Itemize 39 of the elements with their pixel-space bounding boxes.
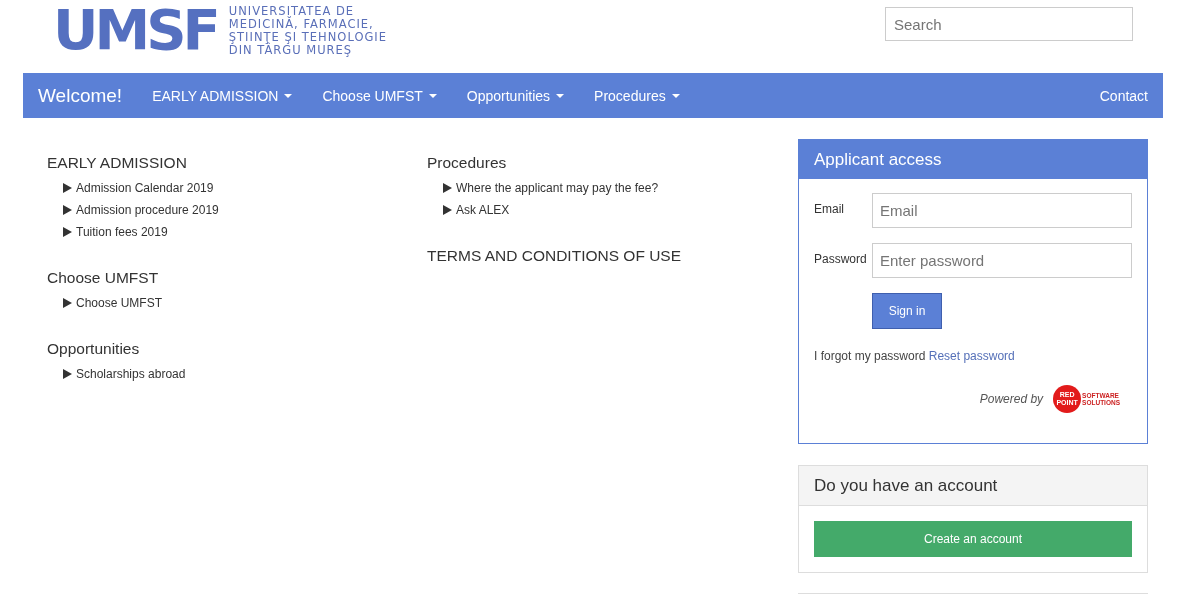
triangle-icon — [63, 205, 72, 215]
search-field[interactable]: Search — [885, 7, 1133, 41]
section-heading: Procedures — [427, 154, 508, 172]
forgot-text: I forgot my password — [814, 349, 926, 363]
sign-in-button[interactable]: Sign in — [872, 293, 942, 329]
section-heading: Opportunities — [47, 340, 141, 358]
triangle-icon — [443, 205, 452, 215]
input-field[interactable]: Enter password — [872, 243, 1132, 278]
field-label: Email — [814, 201, 845, 216]
nav-menu-item[interactable]: EARLY ADMISSION — [137, 87, 308, 104]
triangle-icon — [63, 227, 72, 237]
nav-menu-item[interactable]: Opportunities — [451, 87, 580, 104]
menu-link[interactable]: Scholarships abroad — [76, 367, 186, 381]
field-label: Password — [814, 251, 868, 266]
input-field[interactable]: Email — [872, 193, 1132, 228]
menu-link[interactable]: Where the applicant may pay the fee? — [456, 181, 659, 195]
create-account-button[interactable]: Create an account — [814, 521, 1132, 557]
brand-link[interactable]: Welcome! — [23, 84, 138, 107]
panel-title: Applicant access — [814, 149, 942, 170]
nav-menu-item[interactable]: Procedures — [579, 87, 695, 104]
panel-title: Do you have an account — [814, 475, 998, 496]
contact-link[interactable]: Contact — [1084, 87, 1163, 104]
menu-link[interactable]: Ask ALEX — [456, 203, 510, 217]
triangle-icon — [63, 298, 72, 308]
section-heading: TERMS AND CONDITIONS OF USE — [427, 247, 683, 265]
triangle-icon — [443, 183, 452, 193]
powered-by-text: Powered by — [979, 392, 1044, 406]
menu-link[interactable]: Tuition fees 2019 — [76, 225, 168, 239]
logo-mark: UMSF — [53, 4, 217, 56]
triangle-icon — [63, 183, 72, 193]
university-name: UNIVERSITATEA DE MEDICINĂ, FARMACIE, ŞTIINŢE ŞI TEHNOLOGIE DIN TÂRGU MUREŞ — [228, 5, 387, 57]
nav-menu-item[interactable]: Choose UMFST — [307, 87, 452, 104]
menu-link[interactable]: Admission Calendar 2019 — [76, 181, 214, 195]
section-heading: Choose UMFST — [47, 269, 160, 287]
section-heading: EARLY ADMISSION — [47, 154, 188, 172]
triangle-icon — [63, 369, 72, 379]
menu-link[interactable]: Admission procedure 2019 — [76, 203, 219, 217]
reset-link[interactable]: Reset password — [928, 349, 1015, 363]
menu-link[interactable]: Choose UMFST — [76, 296, 163, 310]
